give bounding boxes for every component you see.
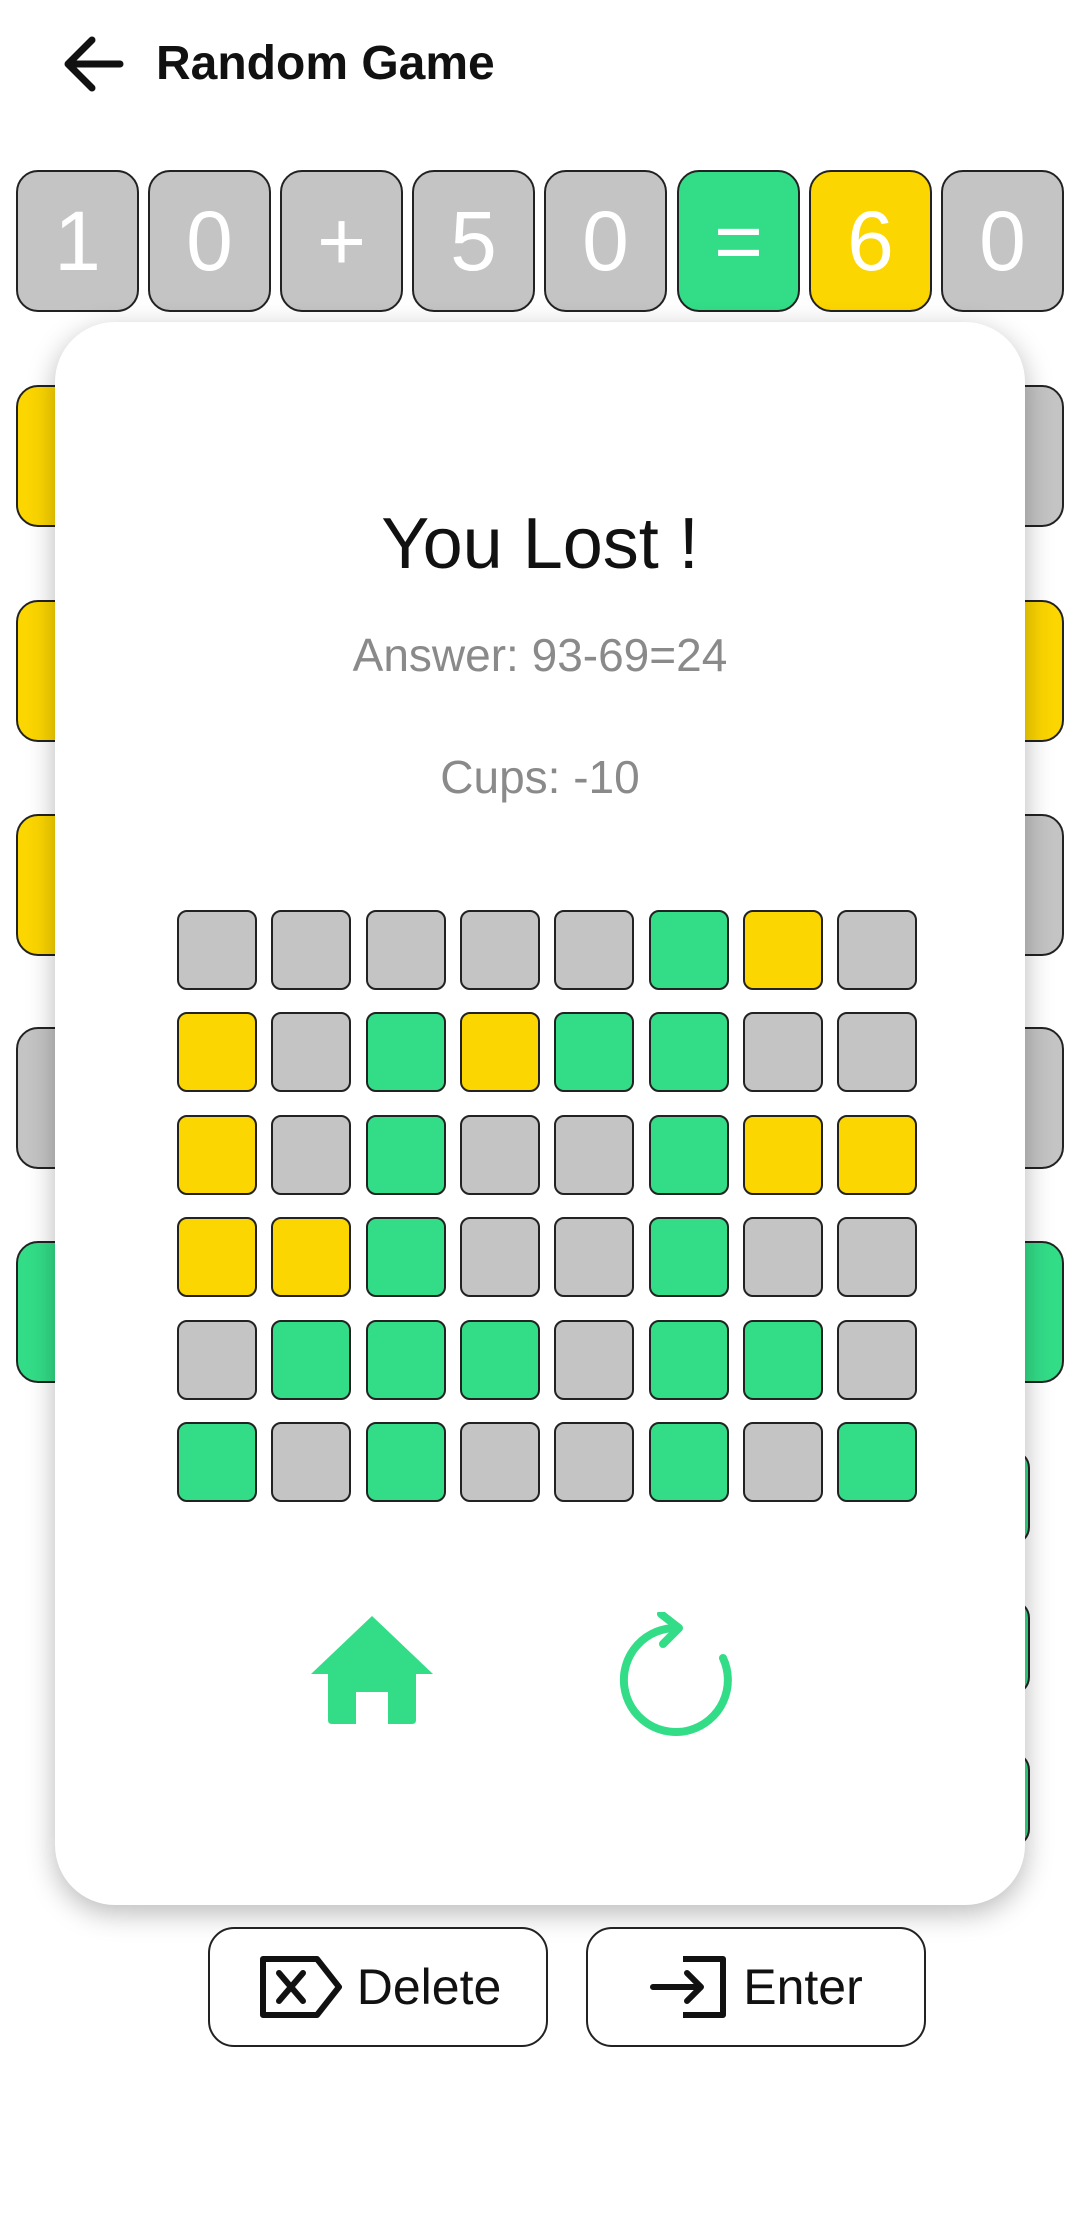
result-cell (837, 1320, 917, 1400)
result-cell (554, 1320, 634, 1400)
result-cell (460, 1217, 540, 1297)
result-cell (177, 1217, 257, 1297)
back-button[interactable] (58, 28, 130, 100)
result-cell (271, 910, 351, 990)
restart-icon (619, 1610, 732, 1736)
board-tile: + (280, 170, 403, 312)
result-cell (366, 1217, 446, 1297)
result-cell (460, 1012, 540, 1092)
result-cell (649, 1217, 729, 1297)
result-title: You Lost ! (381, 504, 699, 584)
page-title: Random Game (156, 37, 495, 90)
delete-button[interactable]: Delete (208, 1927, 548, 2047)
result-cell (177, 1012, 257, 1092)
board-tile: 0 (544, 170, 667, 312)
result-cell (460, 1422, 540, 1502)
enter-icon (650, 1956, 727, 2018)
result-cell (743, 1320, 823, 1400)
result-cell (837, 910, 917, 990)
result-cell (743, 1422, 823, 1502)
backspace-icon (259, 1956, 342, 2018)
result-cell (554, 1217, 634, 1297)
board-tile: 5 (412, 170, 535, 312)
result-cell (837, 1012, 917, 1092)
board-tile: 0 (941, 170, 1064, 312)
result-cell (554, 910, 634, 990)
result-cell (837, 1115, 917, 1195)
board-tile: = (677, 170, 800, 312)
result-cell (177, 1422, 257, 1502)
board-tile: 0 (148, 170, 271, 312)
board-tile: 6 (809, 170, 932, 312)
result-cell (460, 910, 540, 990)
result-cell (271, 1320, 351, 1400)
result-cell (460, 1320, 540, 1400)
result-cell (743, 1012, 823, 1092)
result-cell (366, 1115, 446, 1195)
app-header: Random Game (0, 0, 1080, 130)
result-cell (743, 1115, 823, 1195)
enter-label: Enter (743, 1959, 863, 2015)
home-button[interactable] (309, 1612, 435, 1726)
delete-label: Delete (356, 1959, 502, 2015)
result-cell (554, 1012, 634, 1092)
result-cell (271, 1115, 351, 1195)
result-cell (649, 910, 729, 990)
home-icon (311, 1616, 433, 1724)
result-cell (649, 1422, 729, 1502)
result-cell (743, 1217, 823, 1297)
result-cell (271, 1012, 351, 1092)
result-cell (649, 1115, 729, 1195)
result-cell (743, 910, 823, 990)
result-cell (177, 1115, 257, 1195)
answer-text: Answer: 93-69=24 (352, 629, 728, 681)
arrow-left-icon (64, 36, 124, 92)
restart-button[interactable] (615, 1610, 745, 1742)
result-cell (554, 1115, 634, 1195)
enter-button[interactable]: Enter (586, 1927, 926, 2047)
cups-text: Cups: -10 (440, 751, 640, 803)
result-cell (271, 1217, 351, 1297)
result-cell (177, 1320, 257, 1400)
result-dialog: You Lost ! Answer: 93-69=24 Cups: -10 (55, 322, 1025, 1905)
result-cell (271, 1422, 351, 1502)
result-cell (366, 1320, 446, 1400)
result-cell (649, 1012, 729, 1092)
result-cell (366, 1422, 446, 1502)
result-cell (366, 1012, 446, 1092)
result-cell (837, 1422, 917, 1502)
result-cell (649, 1320, 729, 1400)
board-tile: 1 (16, 170, 139, 312)
result-cell (366, 910, 446, 990)
result-cell (554, 1422, 634, 1502)
result-cell (837, 1217, 917, 1297)
result-cell (177, 910, 257, 990)
result-cell (460, 1115, 540, 1195)
